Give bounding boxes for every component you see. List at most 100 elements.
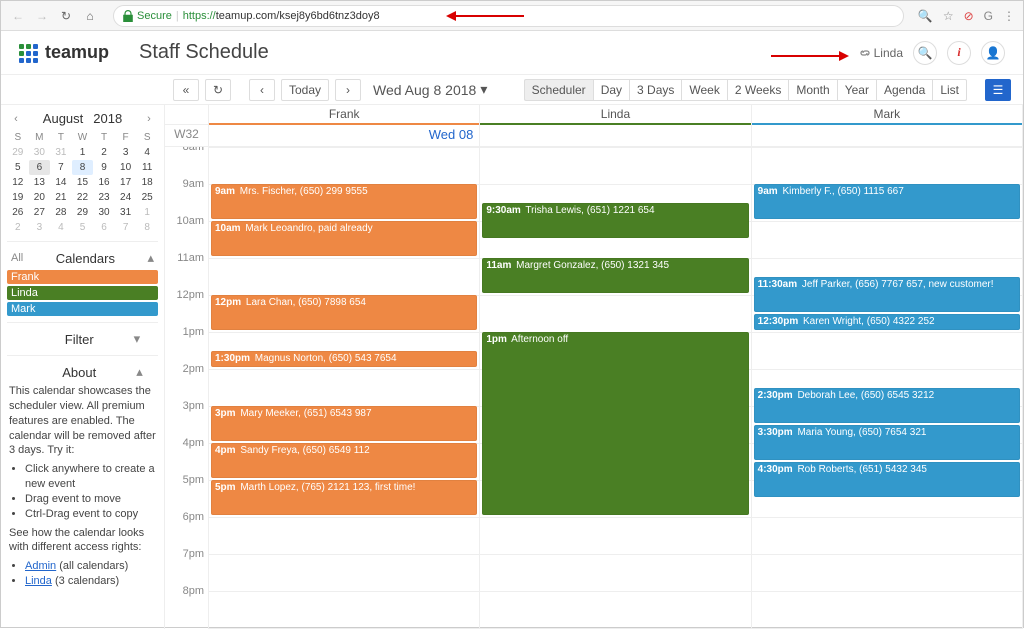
view-list[interactable]: List (932, 79, 967, 101)
mini-cal-day[interactable]: 19 (7, 190, 29, 205)
mini-cal-day[interactable]: 2 (93, 145, 115, 160)
mini-cal-day[interactable]: 9 (93, 160, 115, 175)
browser-reload[interactable]: ↻ (57, 7, 75, 25)
mini-cal-day[interactable]: 2 (7, 220, 29, 235)
mini-cal-day[interactable]: 25 (136, 190, 158, 205)
event[interactable]: 1pm Afternoon off (482, 332, 748, 515)
mini-cal-day[interactable]: 29 (7, 145, 29, 160)
mini-cal-day[interactable]: 7 (115, 220, 137, 235)
mini-cal-day[interactable]: 31 (115, 205, 137, 220)
calendar-tag-mark[interactable]: Mark (7, 302, 158, 316)
mini-cal-day[interactable]: 10 (115, 160, 137, 175)
mini-cal-day[interactable]: 4 (136, 145, 158, 160)
mini-cal-day[interactable]: 6 (93, 220, 115, 235)
day-column-linda[interactable]: 9:30am Trisha Lewis, (651) 1221 654 11am … (480, 147, 751, 629)
mini-cal-day[interactable]: 30 (93, 205, 115, 220)
chevron-up-icon[interactable]: ▴ (147, 250, 154, 266)
mini-cal-day[interactable]: 26 (7, 205, 29, 220)
event[interactable]: 2:30pm Deborah Lee, (650) 6545 3212 (754, 388, 1020, 423)
event[interactable]: 1:30pm Magnus Norton, (650) 543 7654 (211, 351, 477, 368)
prev-day-button[interactable]: ‹ (249, 79, 275, 101)
logo[interactable]: teamup (19, 42, 109, 63)
view-day[interactable]: Day (593, 79, 629, 101)
mini-cal-day[interactable]: 21 (50, 190, 72, 205)
day-label[interactable]: Wed 08 (209, 125, 480, 146)
first-button[interactable]: « (173, 79, 199, 101)
event[interactable]: 3pm Mary Meeker, (651) 6543 987 (211, 406, 477, 441)
mini-cal-day[interactable]: 30 (29, 145, 51, 160)
share-link[interactable]: Linda (859, 46, 903, 60)
mini-cal-day[interactable]: 12 (7, 175, 29, 190)
view-scheduler[interactable]: Scheduler (524, 79, 593, 101)
view-agenda[interactable]: Agenda (876, 79, 932, 101)
event[interactable]: 10am Mark Leoandro, paid already (211, 221, 477, 256)
mini-cal-day[interactable]: 4 (50, 220, 72, 235)
about-linda-link[interactable]: Linda (25, 575, 52, 587)
event[interactable]: 4pm Sandy Freya, (650) 6549 112 (211, 443, 477, 478)
star-icon[interactable]: ☆ (943, 9, 954, 23)
info-button[interactable]: i (947, 41, 971, 65)
mini-cal-day[interactable]: 3 (115, 145, 137, 160)
mini-cal-day[interactable]: 31 (50, 145, 72, 160)
about-admin-link[interactable]: Admin (25, 560, 56, 572)
mini-cal-day[interactable]: 3 (29, 220, 51, 235)
event[interactable]: 4:30pm Rob Roberts, (651) 5432 345 (754, 462, 1020, 497)
mini-cal-day[interactable]: 27 (29, 205, 51, 220)
url-bar[interactable]: Secure | https://teamup.com/ksej8y6bd6tn… (113, 5, 904, 27)
day-column-mark[interactable]: 9am Kimberly F., (650) 1115 667 11:30am J… (752, 147, 1023, 629)
mini-cal-day[interactable]: 5 (72, 220, 94, 235)
today-button[interactable]: Today (281, 79, 329, 101)
mini-cal-day[interactable]: 24 (115, 190, 137, 205)
date-heading[interactable]: Wed Aug 8 2018 ▾ (373, 81, 487, 98)
mini-cal-day[interactable]: 22 (72, 190, 94, 205)
event[interactable]: 9am Kimberly F., (650) 1115 667 (754, 184, 1020, 219)
mini-cal-day[interactable]: 20 (29, 190, 51, 205)
chevron-down-icon[interactable]: ▾ (134, 331, 141, 347)
zoom-icon[interactable]: 🔍 (918, 9, 933, 23)
mini-cal-day[interactable]: 23 (93, 190, 115, 205)
mini-cal-day[interactable]: 8 (72, 160, 94, 175)
mini-cal-day[interactable]: 13 (29, 175, 51, 190)
event[interactable]: 5pm Marth Lopez, (765) 2121 123, first t… (211, 480, 477, 515)
refresh-button[interactable]: ↻ (205, 79, 231, 101)
next-day-button[interactable]: › (335, 79, 361, 101)
event[interactable]: 11:30am Jeff Parker, (656) 7767 657, new… (754, 277, 1020, 312)
browser-menu-icon[interactable]: ⋮ (1003, 9, 1015, 23)
day-column-frank[interactable]: 9am Mrs. Fischer, (650) 299 955510am Mar… (209, 147, 480, 629)
browser-back[interactable]: ← (9, 7, 27, 25)
mini-cal-day[interactable]: 16 (93, 175, 115, 190)
view-3-days[interactable]: 3 Days (629, 79, 681, 101)
event[interactable]: 11am Margret Gonzalez, (650) 1321 345 (482, 258, 748, 293)
mini-cal-day[interactable]: 1 (72, 145, 94, 160)
event[interactable]: 9am Mrs. Fischer, (650) 299 9555 (211, 184, 477, 219)
view-month[interactable]: Month (788, 79, 836, 101)
search-button[interactable]: 🔍 (913, 41, 937, 65)
mini-cal-day[interactable]: 5 (7, 160, 29, 175)
chevron-up-icon[interactable]: ▴ (136, 364, 143, 380)
google-icon[interactable]: G (984, 9, 993, 23)
browser-forward[interactable]: → (33, 7, 51, 25)
mini-cal-day[interactable]: 29 (72, 205, 94, 220)
calendars-all[interactable]: All (11, 252, 23, 264)
calendar-tag-linda[interactable]: Linda (7, 286, 158, 300)
mini-cal-day[interactable]: 8 (136, 220, 158, 235)
view-2-weeks[interactable]: 2 Weeks (727, 79, 788, 101)
calendar-tag-frank[interactable]: Frank (7, 270, 158, 284)
mini-cal-day[interactable]: 18 (136, 175, 158, 190)
mini-cal-day[interactable]: 14 (50, 175, 72, 190)
browser-home[interactable]: ⌂ (81, 7, 99, 25)
mini-cal-next[interactable]: › (142, 113, 156, 125)
mini-cal-day[interactable]: 11 (136, 160, 158, 175)
event[interactable]: 12pm Lara Chan, (650) 7898 654 (211, 295, 477, 330)
menu-button[interactable]: ☰ (985, 79, 1011, 101)
mini-calendar[interactable]: SMTWTFS293031123456789101112131415161718… (7, 130, 158, 235)
view-year[interactable]: Year (837, 79, 876, 101)
extension-icon[interactable]: ⊘ (964, 9, 974, 23)
view-week[interactable]: Week (681, 79, 726, 101)
mini-cal-day[interactable]: 28 (50, 205, 72, 220)
mini-cal-prev[interactable]: ‹ (9, 113, 23, 125)
mini-cal-day[interactable]: 15 (72, 175, 94, 190)
mini-cal-day[interactable]: 6 (29, 160, 51, 175)
event[interactable]: 12:30pm Karen Wright, (650) 4322 252 (754, 314, 1020, 331)
event[interactable]: 9:30am Trisha Lewis, (651) 1221 654 (482, 203, 748, 238)
